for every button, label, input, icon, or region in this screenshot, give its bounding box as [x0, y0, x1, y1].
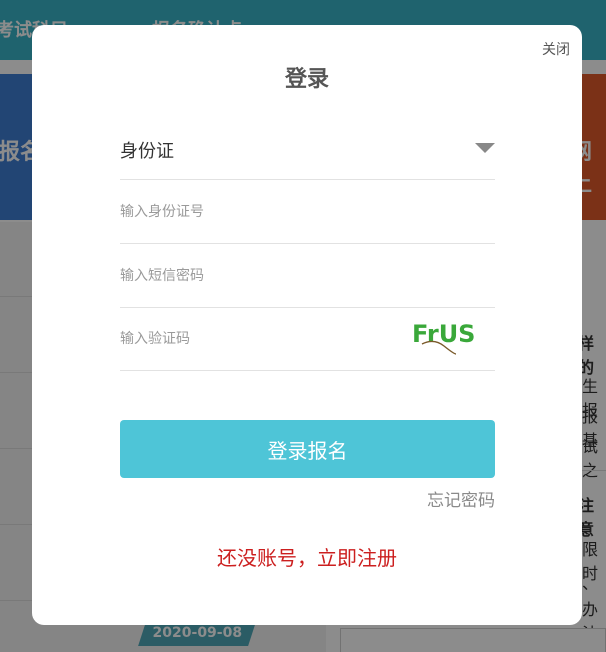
id-type-select[interactable]: 身份证: [120, 125, 495, 180]
login-modal: 关闭 登录 身份证 FrUS 登录报名 忘记密码 还没账号，立即注册: [32, 25, 582, 625]
register-link[interactable]: 还没账号，立即注册: [32, 542, 582, 571]
captcha-row: FrUS: [120, 308, 495, 371]
login-register-button[interactable]: 登录报名: [120, 420, 495, 478]
id-number-row: [120, 180, 495, 244]
id-type-value: 身份证: [120, 141, 174, 162]
sms-code-input[interactable]: [120, 244, 495, 307]
captcha-input[interactable]: [120, 308, 390, 370]
id-number-input[interactable]: [120, 180, 495, 243]
modal-title: 登录: [284, 67, 329, 92]
forgot-password-link[interactable]: 忘记密码: [427, 486, 495, 511]
sms-code-row: [120, 244, 495, 308]
chevron-down-icon[interactable]: [475, 143, 495, 153]
captcha-text: FrUS: [412, 320, 474, 348]
captcha-image[interactable]: FrUS: [410, 316, 474, 356]
close-button[interactable]: 关闭: [542, 39, 570, 59]
